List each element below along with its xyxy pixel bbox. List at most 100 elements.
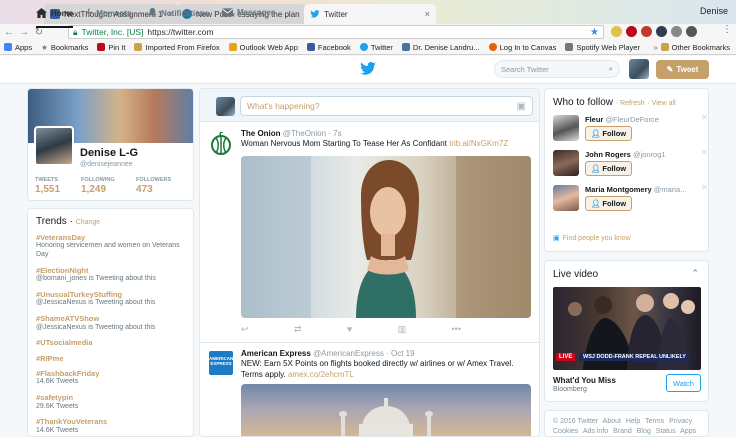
live-video-title[interactable]: What'd You Miss [553, 376, 616, 385]
avatar[interactable] [553, 185, 579, 211]
tab-twitter[interactable]: Twitter × [304, 4, 436, 24]
bookmark-outlook[interactable]: Outlook Web App [228, 43, 298, 52]
search-icon[interactable]: ⌕ [609, 64, 613, 74]
twitter-logo-icon[interactable] [360, 62, 376, 75]
tweet-time[interactable]: · 7s [328, 129, 341, 138]
follow-button[interactable]: 👤︎ Follow [585, 161, 632, 176]
bookmark-canvas[interactable]: Log In to Canvas [488, 43, 556, 52]
avatar[interactable] [553, 150, 579, 176]
refresh-link[interactable]: · Refresh [616, 100, 645, 107]
footer-link[interactable]: Cookies [553, 428, 578, 435]
close-tab-icon[interactable]: × [425, 9, 430, 19]
trend-item[interactable]: #ThankYouVeterans 14.6K Tweets [36, 417, 185, 435]
avatar[interactable] [553, 115, 579, 141]
bookmark-bookmarks[interactable]: ★ Bookmarks [41, 43, 88, 52]
footer-link[interactable]: Status [656, 428, 676, 435]
profile-avatar-menu[interactable] [629, 59, 649, 79]
bookmark-spotify[interactable]: Spotify Web Player [565, 43, 640, 52]
browser-profile-name[interactable]: Denise [700, 6, 728, 16]
bookmark-imported-firefox[interactable]: Imported From Firefox [134, 43, 220, 52]
footer-link[interactable]: Blog [637, 428, 651, 435]
dismiss-icon[interactable]: ✕ [701, 183, 708, 192]
footer-link[interactable]: Brand [613, 428, 632, 435]
footer-link[interactable]: Terms [645, 418, 664, 425]
stat-tweets[interactable]: TWEETS 1,551 [35, 177, 60, 195]
follow-button[interactable]: 👤︎ Follow [585, 196, 632, 211]
tweet-author-name[interactable]: The Onion [241, 129, 281, 138]
profile-handle[interactable]: @denisejeannee [80, 161, 133, 168]
trend-item[interactable]: #ElectionNight @bomani_jones is Tweeting … [36, 266, 185, 284]
profile-avatar[interactable] [34, 126, 74, 166]
like-heart-icon[interactable]: ♥ [347, 324, 352, 335]
tweet-photo[interactable] [241, 156, 531, 318]
compose-input[interactable]: What's happening? ▣ [240, 96, 533, 116]
dismiss-icon[interactable]: ✕ [701, 113, 708, 122]
trend-item[interactable]: #UnusualTurkeyStuffing @JessicaNexus is T… [36, 290, 185, 308]
extension-icon[interactable] [671, 26, 682, 37]
user-handle[interactable]: @maria... [654, 185, 687, 194]
user-handle[interactable]: @jonrog1 [633, 150, 666, 159]
user-name[interactable]: Maria Montgomery [585, 185, 652, 194]
user-name[interactable]: Fleur [585, 115, 603, 124]
trend-item[interactable]: #safetypin 29.6K Tweets [36, 393, 185, 411]
tweet-photo[interactable] [241, 384, 531, 436]
tweet-link[interactable]: trib.al/NxGKm7Z [449, 139, 508, 148]
collapse-chevron-icon[interactable]: ⌃ [691, 268, 699, 279]
back-icon[interactable]: ← [3, 27, 15, 38]
follow-button[interactable]: 👤︎ Follow [585, 126, 632, 141]
footer-link[interactable]: Ads info [583, 428, 608, 435]
tweet-link[interactable]: amex.co/2ehcmTL [288, 370, 354, 379]
bookmark-facebook[interactable]: Facebook [306, 43, 351, 52]
analytics-icon[interactable]: ▥ [398, 324, 407, 335]
trend-item[interactable]: #UTsocialmedia [36, 338, 185, 347]
tweet-onion[interactable]: The Onion @TheOnion · 7s Woman Nervous M… [200, 122, 539, 343]
nav-home[interactable]: Home [36, 8, 74, 28]
bookmark-apps[interactable]: Apps [4, 43, 32, 52]
footer-link[interactable]: Help [626, 418, 640, 425]
reply-icon[interactable]: ↩ [241, 324, 249, 335]
trends-change-link[interactable]: Change [76, 219, 101, 226]
live-video-thumbnail[interactable]: LIVE WSJ DODD-FRANK REPEAL UNLIKELY [553, 287, 701, 370]
bookmark-other[interactable]: » Other Bookmarks [653, 43, 730, 52]
extension-icon[interactable] [611, 26, 622, 37]
user-handle[interactable]: @FleurDeForce [605, 115, 658, 124]
nav-notifications[interactable]: Notifications [148, 8, 209, 18]
footer-link[interactable]: Privacy [669, 418, 692, 425]
pinterest-extension-icon[interactable] [626, 26, 637, 37]
bookmark-twitter[interactable]: Twitter [359, 43, 393, 52]
nav-moments[interactable]: ϟ Moments [87, 8, 131, 19]
retweet-icon[interactable]: ⇄ [294, 324, 302, 335]
extension-icon[interactable] [656, 26, 667, 37]
trend-item[interactable]: #ShameATVShow @JessicaNexus is Tweeting a… [36, 314, 185, 332]
url-text[interactable]: https://twitter.com [147, 27, 213, 37]
tweet-button[interactable]: ✎ Tweet [656, 60, 709, 79]
tweet-amex[interactable]: AMERICAN EXPRESS American Express @Ameri… [200, 343, 539, 436]
watch-button[interactable]: Watch [666, 374, 701, 392]
extension-icon[interactable] [686, 26, 697, 37]
live-video-source[interactable]: Bloomberg [553, 386, 587, 393]
view-all-link[interactable]: · View all [647, 100, 675, 107]
bookmark-pin-it[interactable]: Pin It [97, 43, 125, 52]
camera-icon[interactable]: ▣ [517, 101, 526, 112]
footer-link[interactable]: Apps [680, 428, 696, 435]
stat-following[interactable]: FOLLOWING 1,249 [81, 177, 115, 195]
tweet-time[interactable]: · Oct 19 [386, 349, 414, 358]
profile-name[interactable]: Denise L-G [80, 147, 138, 159]
trend-item[interactable]: #RIPme [36, 354, 185, 363]
bookmark-dr-denise[interactable]: Dr. Denise Landru... [401, 43, 480, 52]
tweet-author-handle[interactable]: @TheOnion [283, 129, 326, 138]
forward-icon[interactable]: → [18, 27, 30, 38]
find-people-link[interactable]: ▣ Find people you know [553, 234, 631, 243]
footer-link[interactable]: About [603, 418, 621, 425]
tweet-author-handle[interactable]: @AmericanExpress [313, 349, 384, 358]
stat-followers[interactable]: FOLLOWERS 473 [136, 177, 171, 195]
tweet-author-name[interactable]: American Express [241, 349, 311, 358]
trend-item[interactable]: #VeteransDay Honoring servicemen and wome… [36, 233, 185, 260]
address-bar[interactable]: 🔒︎ Twitter, Inc. [US] https://twitter.co… [68, 25, 604, 39]
dismiss-icon[interactable]: ✕ [701, 148, 708, 157]
reload-icon[interactable]: ↻ [33, 27, 45, 38]
user-name[interactable]: John Rogers [585, 150, 631, 159]
browser-menu-icon[interactable]: ⋮ [722, 24, 732, 35]
more-options-icon[interactable]: ••• [452, 324, 461, 335]
nav-messages[interactable]: Messages [222, 8, 275, 17]
